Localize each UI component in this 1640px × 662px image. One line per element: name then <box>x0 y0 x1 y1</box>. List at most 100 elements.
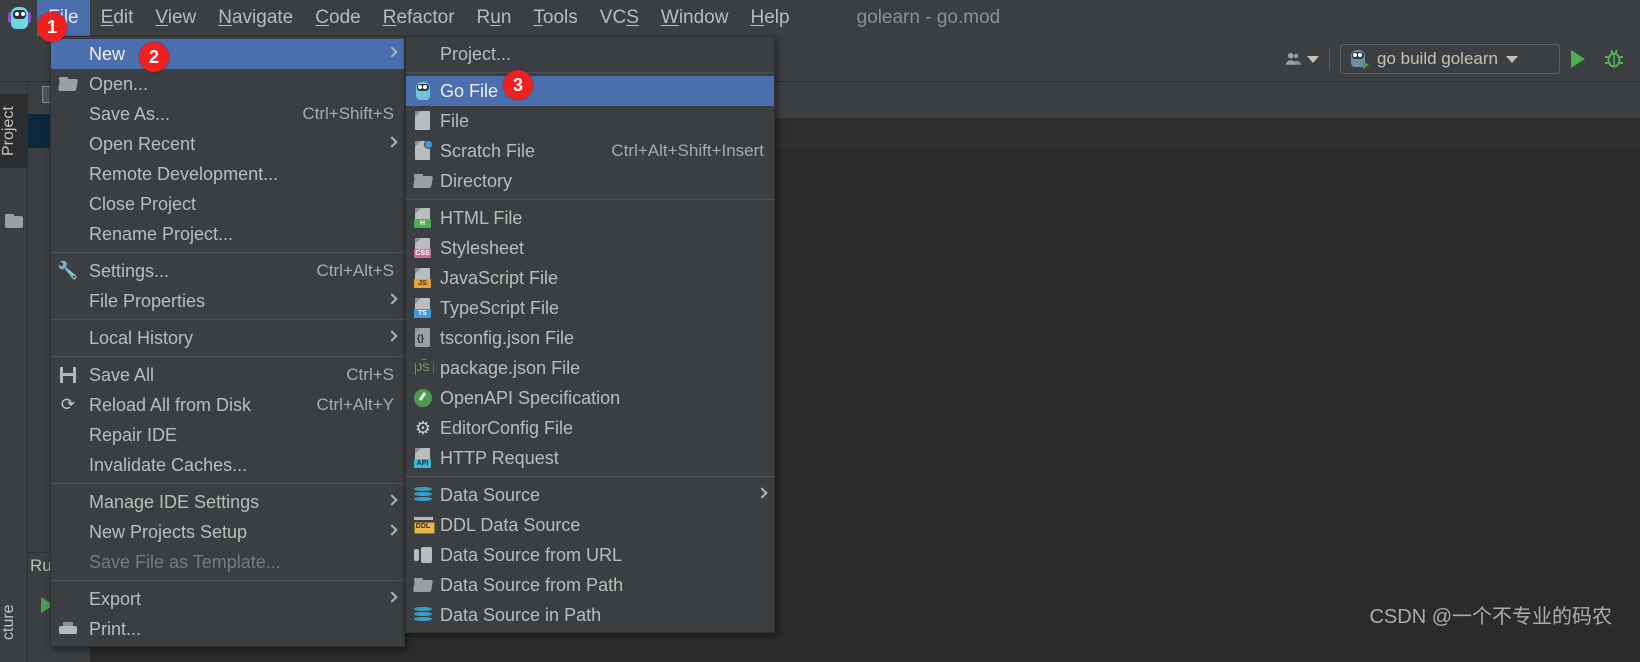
new-menu-item-label: DDL Data Source <box>440 514 581 535</box>
new-menu-item-openapi-specification[interactable]: OpenAPI Specification <box>406 383 774 413</box>
file-menu-item-remote-development[interactable]: Remote Development... <box>51 159 404 189</box>
file-menu-item-new[interactable]: New <box>51 39 404 69</box>
file-menu-item-manage-ide-settings[interactable]: Manage IDE Settings <box>51 487 404 517</box>
toolbar-divider <box>1329 48 1330 70</box>
new-menu-item-label: Data Source in Path <box>440 604 602 625</box>
file-menu-item-print[interactable]: Print... <box>51 614 404 644</box>
menubar-item-code[interactable]: Code <box>304 0 371 36</box>
gopher-icon <box>406 76 440 106</box>
chevron-down-icon[interactable] <box>1307 55 1319 63</box>
database-icon <box>406 480 440 510</box>
run-configuration-selector[interactable]: go build golearn <box>1340 44 1560 74</box>
new-menu-separator <box>406 72 774 73</box>
step-badge-3: 3 <box>503 70 533 100</box>
file-menu-item-label: Close Project <box>89 193 197 214</box>
sidebar-item-project[interactable]: Project <box>0 94 28 168</box>
tsconfig-icon: {} <box>406 323 440 353</box>
css-file-icon: CSS <box>406 233 440 263</box>
menubar-item-window[interactable]: Window <box>650 0 740 36</box>
new-menu-item-package-json-file[interactable]: JS package.json File <box>406 353 774 383</box>
new-menu-item-label: tsconfig.json File <box>440 327 575 348</box>
new-menu-item-project[interactable]: Project... <box>406 39 774 69</box>
file-menu-item-settings[interactable]: 🔧 Settings... Ctrl+Alt+S <box>51 256 404 286</box>
new-menu-item-file[interactable]: File <box>406 106 774 136</box>
chevron-down-icon[interactable] <box>1505 55 1518 63</box>
menubar-item-edit[interactable]: Edit <box>90 0 145 36</box>
run-button[interactable] <box>1560 36 1596 82</box>
file-menu-item-label: Manage IDE Settings <box>89 491 260 512</box>
people-icon[interactable] <box>1285 36 1319 82</box>
new-menu-item-label: Data Source from URL <box>440 544 623 565</box>
file-menu-item-invalidate-caches[interactable]: Invalidate Caches... <box>51 450 404 480</box>
new-menu-item-data-source-from-url[interactable]: Data Source from URL <box>406 540 774 570</box>
file-menu-item-save-as[interactable]: Save As... Ctrl+Shift+S <box>51 99 404 129</box>
menubar-item-refactor[interactable]: Refactor <box>372 0 466 36</box>
file-menu-item-export[interactable]: Export <box>51 584 404 614</box>
file-menu-item-repair-ide[interactable]: Repair IDE <box>51 420 404 450</box>
new-menu-item-data-source[interactable]: Data Source <box>406 480 774 510</box>
file-menu-item-open-recent[interactable]: Open Recent <box>51 129 404 159</box>
file-menu-item-reload-all-from-disk[interactable]: ⟳ Reload All from Disk Ctrl+Alt+Y <box>51 390 404 420</box>
no-icon <box>51 420 85 450</box>
new-submenu-popup: Project... Go File File Scratch File Ctrl+Al… <box>405 36 775 633</box>
new-menu-item-tsconfig-json-file[interactable]: {} tsconfig.json File <box>406 323 774 353</box>
menubar-item-tools[interactable]: Tools <box>522 0 588 36</box>
file-menu-item-rename-project[interactable]: Rename Project... <box>51 219 404 249</box>
run-configuration-label: go build golearn <box>1377 49 1498 68</box>
menubar-item-vcs[interactable]: VCS <box>589 0 650 36</box>
save-icon <box>51 360 85 390</box>
menubar-item-navigate[interactable]: Navigate <box>207 0 304 36</box>
new-menu-item-label: Stylesheet <box>440 237 525 258</box>
database-icon <box>406 600 440 630</box>
new-menu-item-data-source-in-path[interactable]: Data Source in Path <box>406 600 774 630</box>
debug-icon <box>1605 49 1623 68</box>
no-icon <box>51 547 85 577</box>
new-menu-item-label: HTTP Request <box>440 447 559 468</box>
run-tool-window-label[interactable]: Ru <box>30 556 52 576</box>
menubar-item-view[interactable]: View <box>144 0 207 36</box>
file-menu-separator <box>51 319 404 320</box>
run-icon <box>1571 50 1585 68</box>
menubar-item-run[interactable]: Run <box>466 0 523 36</box>
new-menu-item-directory[interactable]: Directory <box>406 166 774 196</box>
folder-icon <box>406 166 440 196</box>
nodejs-icon: JS <box>406 353 440 383</box>
file-menu-item-file-properties[interactable]: File Properties <box>51 286 404 316</box>
new-menu-item-go-file[interactable]: Go File <box>406 76 774 106</box>
new-menu-item-label: File <box>440 110 470 131</box>
debug-button[interactable] <box>1596 36 1632 82</box>
new-menu-item-ddl-data-source[interactable]: DDL DDL Data Source <box>406 510 774 540</box>
file-menu-item-local-history[interactable]: Local History <box>51 323 404 353</box>
no-icon <box>51 323 85 353</box>
file-menu-item-new-projects-setup[interactable]: New Projects Setup <box>51 517 404 547</box>
folder-icon <box>406 570 440 600</box>
new-menu-item-label: Directory <box>440 170 513 191</box>
file-menu-item-shortcut: Ctrl+Shift+S <box>302 104 394 123</box>
new-menu-item-label: Data Source <box>440 484 541 505</box>
menubar-item-help[interactable]: Help <box>739 0 800 36</box>
no-icon <box>51 584 85 614</box>
file-menu-item-open[interactable]: Open... <box>51 69 404 99</box>
new-menu-item-data-source-from-path[interactable]: Data Source from Path <box>406 570 774 600</box>
file-menu-item-label: Rename Project... <box>89 223 234 244</box>
gopher-icon <box>1349 49 1369 69</box>
new-menu-item-http-request[interactable]: API HTTP Request <box>406 443 774 473</box>
new-menu-item-editorconfig-file[interactable]: ⚙ EditorConfig File <box>406 413 774 443</box>
new-menu-item-javascript-file[interactable]: JS JavaScript File <box>406 263 774 293</box>
new-menu-item-html-file[interactable]: H HTML File <box>406 203 774 233</box>
file-menu-item-save-file-as-template: Save File as Template... <box>51 547 404 577</box>
new-menu-item-typescript-file[interactable]: TS TypeScript File <box>406 293 774 323</box>
new-menu-item-scratch-file[interactable]: Scratch File Ctrl+Alt+Shift+Insert <box>406 136 774 166</box>
left-tool-strip: Project cture <box>0 82 28 662</box>
wrench-icon: 🔧 <box>57 261 79 280</box>
no-icon <box>51 219 85 249</box>
file-menu-item-shortcut: Ctrl+Alt+S <box>316 261 394 280</box>
file-menu-item-save-all[interactable]: Save All Ctrl+S <box>51 360 404 390</box>
sidebar-item-structure[interactable]: cture <box>0 582 28 662</box>
file-menu-separator <box>51 252 404 253</box>
file-menu-item-close-project[interactable]: Close Project <box>51 189 404 219</box>
file-icon <box>406 106 440 136</box>
new-menu-item-stylesheet[interactable]: CSS Stylesheet <box>406 233 774 263</box>
new-menu-item-label: Project... <box>440 43 512 64</box>
new-menu-item-label: OpenAPI Specification <box>440 387 621 408</box>
